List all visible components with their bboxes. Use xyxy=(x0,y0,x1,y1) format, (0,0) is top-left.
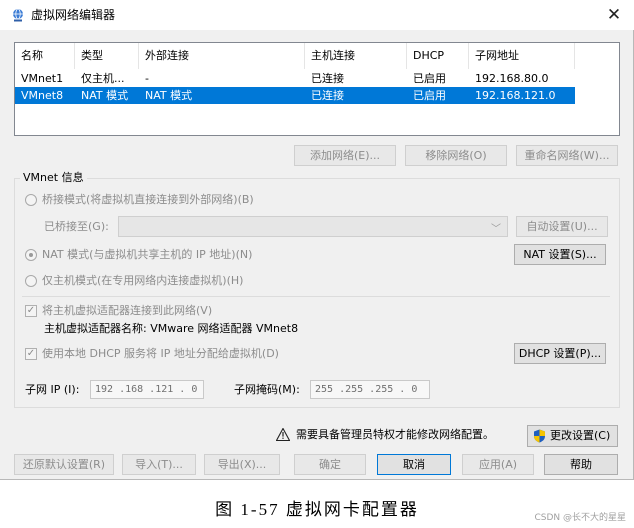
nat-mode-radio[interactable] xyxy=(25,249,37,261)
cell-external: - xyxy=(145,72,149,85)
host-only-mode-label: 仅主机模式(在专用网络内连接虚拟机)(H) xyxy=(42,274,244,287)
column-header-subnet[interactable]: 子网地址 xyxy=(469,43,575,69)
nat-settings-button[interactable]: NAT 设置(S)... xyxy=(514,244,606,265)
column-header-external[interactable]: 外部连接 xyxy=(139,43,305,69)
cell-name: VMnet1 xyxy=(21,72,64,85)
cell-name: VMnet8 xyxy=(21,89,64,102)
subnet-mask-input[interactable]: 255 .255 .255 . 0 xyxy=(310,380,430,399)
bridged-to-select[interactable]: ﹀ xyxy=(118,216,508,237)
window-title: 虚拟网络编辑器 xyxy=(31,8,116,22)
change-settings-button[interactable]: 更改设置(C) xyxy=(527,425,618,447)
bridged-mode-label: 桥接模式(将虚拟机直接连接到外部网络)(B) xyxy=(42,193,254,206)
subnet-ip-label: 子网 IP (I): xyxy=(25,383,80,396)
subnet-ip-input[interactable]: 192 .168 .121 . 0 xyxy=(90,380,204,399)
table-row[interactable]: VMnet1 仅主机... - 已连接 已启用 192.168.80.0 xyxy=(15,70,575,87)
table-header: 名称 类型 外部连接 主机连接 DHCP 子网地址 xyxy=(15,43,619,69)
connect-adapter-label: 将主机虚拟适配器连接到此网络(V) xyxy=(42,304,213,317)
auto-settings-button[interactable]: 自动设置(U)... xyxy=(516,216,608,237)
adapter-name-label: 主机虚拟适配器名称: VMware 网络适配器 VMnet8 xyxy=(44,322,299,335)
bridged-to-label: 已桥接至(G): xyxy=(44,220,109,233)
export-button[interactable]: 导出(X)... xyxy=(204,454,280,475)
cell-external: NAT 模式 xyxy=(145,89,193,102)
column-header-host[interactable]: 主机连接 xyxy=(305,43,407,69)
change-settings-label: 更改设置(C) xyxy=(550,429,611,442)
help-button[interactable]: 帮助 xyxy=(544,454,618,475)
column-header-type[interactable]: 类型 xyxy=(75,43,139,69)
vmnet-info-group xyxy=(14,178,620,408)
bridged-mode-radio[interactable] xyxy=(25,194,37,206)
vmnet-info-title: VMnet 信息 xyxy=(20,172,87,184)
close-icon[interactable]: ✕ xyxy=(604,5,624,25)
cell-type: 仅主机... xyxy=(81,72,125,85)
subnet-mask-label: 子网掩码(M): xyxy=(234,383,300,396)
cancel-button[interactable]: 取消 xyxy=(377,454,451,475)
warning-icon xyxy=(276,428,290,441)
title-bar: 虚拟网络编辑器 ✕ xyxy=(0,0,634,30)
uac-shield-icon xyxy=(534,429,545,443)
dhcp-checkbox[interactable]: ✓ xyxy=(25,348,37,360)
apply-button[interactable]: 应用(A) xyxy=(462,454,534,475)
ok-button[interactable]: 确定 xyxy=(294,454,366,475)
column-header-name[interactable]: 名称 xyxy=(15,43,75,69)
restore-defaults-button[interactable]: 还原默认设置(R) xyxy=(14,454,114,475)
dhcp-label: 使用本地 DHCP 服务将 IP 地址分配给虚拟机(D) xyxy=(42,347,279,360)
virtual-network-editor-window: 虚拟网络编辑器 ✕ 名称 类型 外部连接 主机连接 DHCP 子网地址 VMne… xyxy=(0,0,634,480)
network-globe-icon xyxy=(13,8,23,22)
cell-type: NAT 模式 xyxy=(81,89,129,102)
column-header-dhcp[interactable]: DHCP xyxy=(407,43,469,69)
rename-network-button[interactable]: 重命名网络(W)... xyxy=(516,145,618,166)
chevron-down-icon: ﹀ xyxy=(491,224,501,235)
cell-subnet: 192.168.121.0 xyxy=(475,89,556,102)
cell-host: 已连接 xyxy=(311,89,344,102)
cell-dhcp: 已启用 xyxy=(413,72,446,85)
watermark: CSDN @长不大的星星 xyxy=(534,513,626,523)
remove-network-button[interactable]: 移除网络(O) xyxy=(405,145,507,166)
host-only-mode-radio[interactable] xyxy=(25,275,37,287)
cell-host: 已连接 xyxy=(311,72,344,85)
divider xyxy=(22,296,610,297)
dhcp-settings-button[interactable]: DHCP 设置(P)... xyxy=(514,343,606,364)
admin-warning-text: 需要具备管理员特权才能修改网络配置。 xyxy=(296,428,494,441)
table-row[interactable]: VMnet8 NAT 模式 NAT 模式 已连接 已启用 192.168.121… xyxy=(15,87,575,104)
cell-subnet: 192.168.80.0 xyxy=(475,72,549,85)
connect-adapter-checkbox[interactable]: ✓ xyxy=(25,305,37,317)
import-button[interactable]: 导入(T)... xyxy=(122,454,196,475)
nat-mode-label: NAT 模式(与虚拟机共享主机的 IP 地址)(N) xyxy=(42,248,253,261)
cell-dhcp: 已启用 xyxy=(413,89,446,102)
add-network-button[interactable]: 添加网络(E)... xyxy=(294,145,396,166)
network-list-table[interactable]: 名称 类型 外部连接 主机连接 DHCP 子网地址 VMnet1 仅主机... … xyxy=(14,42,620,136)
